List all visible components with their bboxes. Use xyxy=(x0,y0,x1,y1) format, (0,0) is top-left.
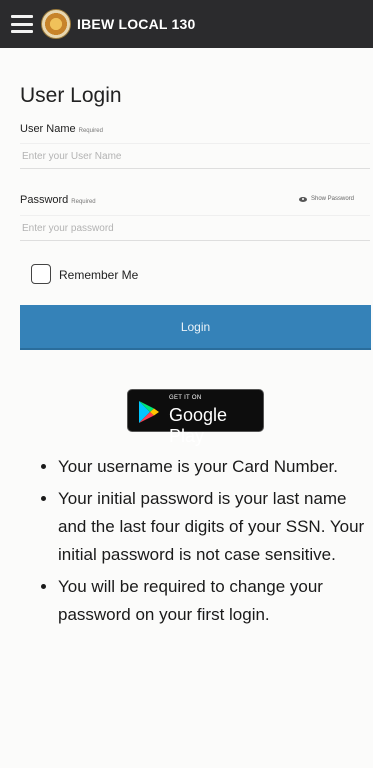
username-required-tag: Required xyxy=(78,128,103,134)
login-notes-list: Your username is your Card Number. Your … xyxy=(40,453,373,633)
google-play-badge[interactable]: GET IT ON Google Play xyxy=(127,389,264,446)
note-item: You will be required to change your pass… xyxy=(58,573,373,629)
remember-me-checkbox[interactable] xyxy=(31,264,51,284)
google-play-icon xyxy=(139,401,159,423)
username-label: User Name Required xyxy=(20,123,103,135)
badge-big-text: Google Play xyxy=(169,405,228,446)
login-button[interactable]: Login xyxy=(20,305,371,350)
username-label-text: User Name xyxy=(20,123,76,135)
password-input[interactable] xyxy=(20,215,370,241)
app-title[interactable]: IBEW LOCAL 130 xyxy=(77,16,195,32)
note-item: Your username is your Card Number. xyxy=(58,453,373,481)
password-required-tag: Required xyxy=(71,199,96,205)
badge-small-text: GET IT ON xyxy=(169,395,202,401)
show-password-label: Show Password xyxy=(311,196,355,202)
eye-icon xyxy=(299,196,307,202)
page-title: User Login xyxy=(20,84,122,107)
top-app-bar: IBEW LOCAL 130 xyxy=(0,0,373,48)
password-label-text: Password xyxy=(20,194,69,206)
remember-me-label[interactable]: Remember Me xyxy=(59,268,138,282)
note-item: Your initial password is your last name … xyxy=(58,485,373,569)
username-input[interactable] xyxy=(20,143,370,169)
union-logo-icon[interactable] xyxy=(41,9,71,39)
show-password-toggle[interactable]: Show Password xyxy=(299,196,354,202)
hamburger-menu-icon[interactable] xyxy=(11,15,33,33)
password-label: Password Required xyxy=(20,194,96,206)
